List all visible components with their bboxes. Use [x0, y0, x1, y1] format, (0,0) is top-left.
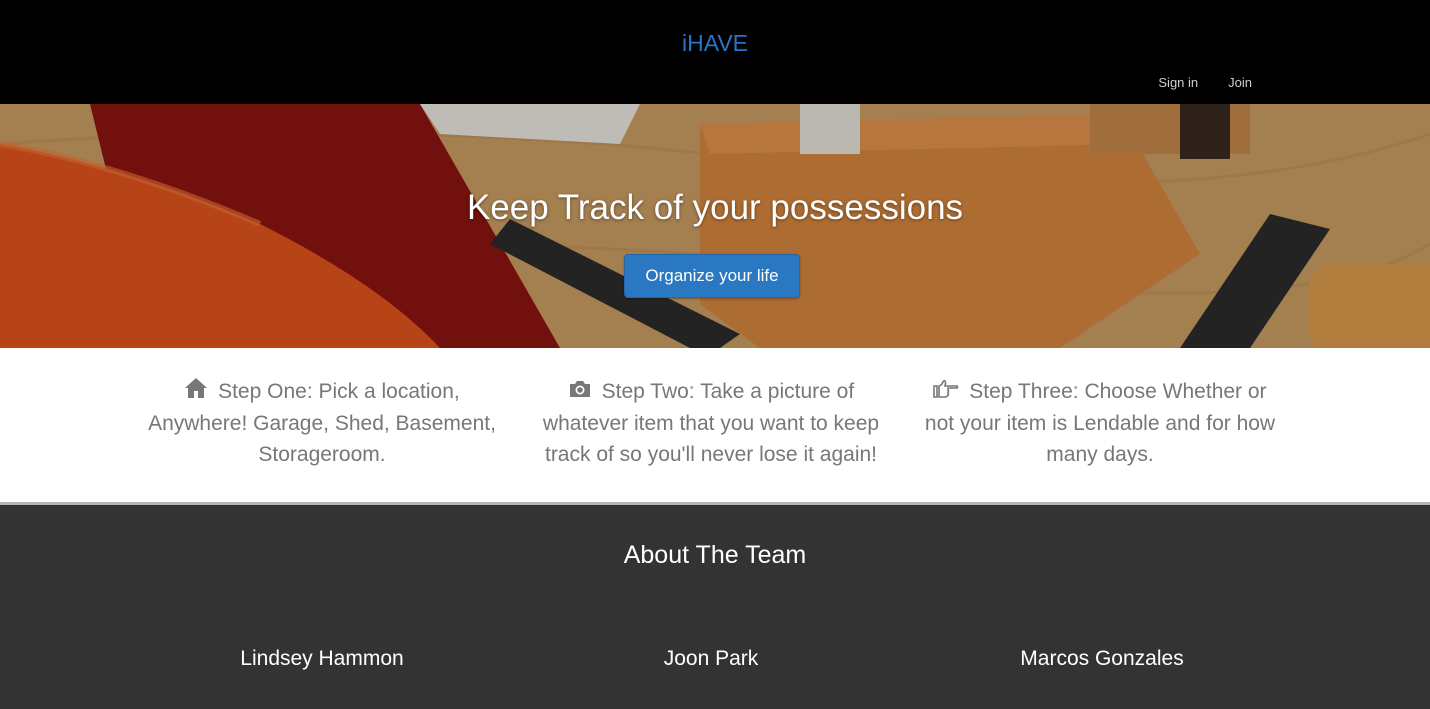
step-three-text: Step Three: Choose Whether or not your i… — [924, 380, 1276, 466]
organize-button[interactable]: Organize your life — [624, 254, 800, 298]
step-one: Step One: Pick a location, Anywhere! Gar… — [142, 376, 502, 470]
home-icon — [184, 377, 208, 408]
hero-title: Keep Track of your possessions — [466, 188, 964, 227]
hero-banner: Keep Track of your possessions Organize … — [0, 104, 1430, 348]
sign-in-link[interactable]: Sign in — [1158, 75, 1198, 90]
steps-section: Step One: Pick a location, Anywhere! Gar… — [0, 348, 1430, 505]
nav-links: Sign in Join — [1158, 75, 1252, 90]
team-section: About The Team Lindsey Hammon Joon Park … — [0, 505, 1430, 709]
team-title: About The Team — [623, 541, 807, 569]
brand-logo[interactable]: iHAVE — [0, 30, 1430, 57]
step-three: Step Three: Choose Whether or not your i… — [920, 376, 1280, 470]
step-two: Step Two: Take a picture of whatever ite… — [531, 376, 891, 470]
step-two-text: Step Two: Take a picture of whatever ite… — [542, 380, 880, 466]
team-member: Lindsey Hammon — [240, 647, 404, 670]
camera-icon — [568, 377, 592, 408]
join-link[interactable]: Join — [1228, 75, 1252, 90]
hand-pointing-icon — [933, 377, 959, 408]
team-member: Joon Park — [663, 647, 759, 670]
navbar: iHAVE Sign in Join — [0, 0, 1430, 104]
team-member: Marcos Gonzales — [1020, 647, 1184, 670]
